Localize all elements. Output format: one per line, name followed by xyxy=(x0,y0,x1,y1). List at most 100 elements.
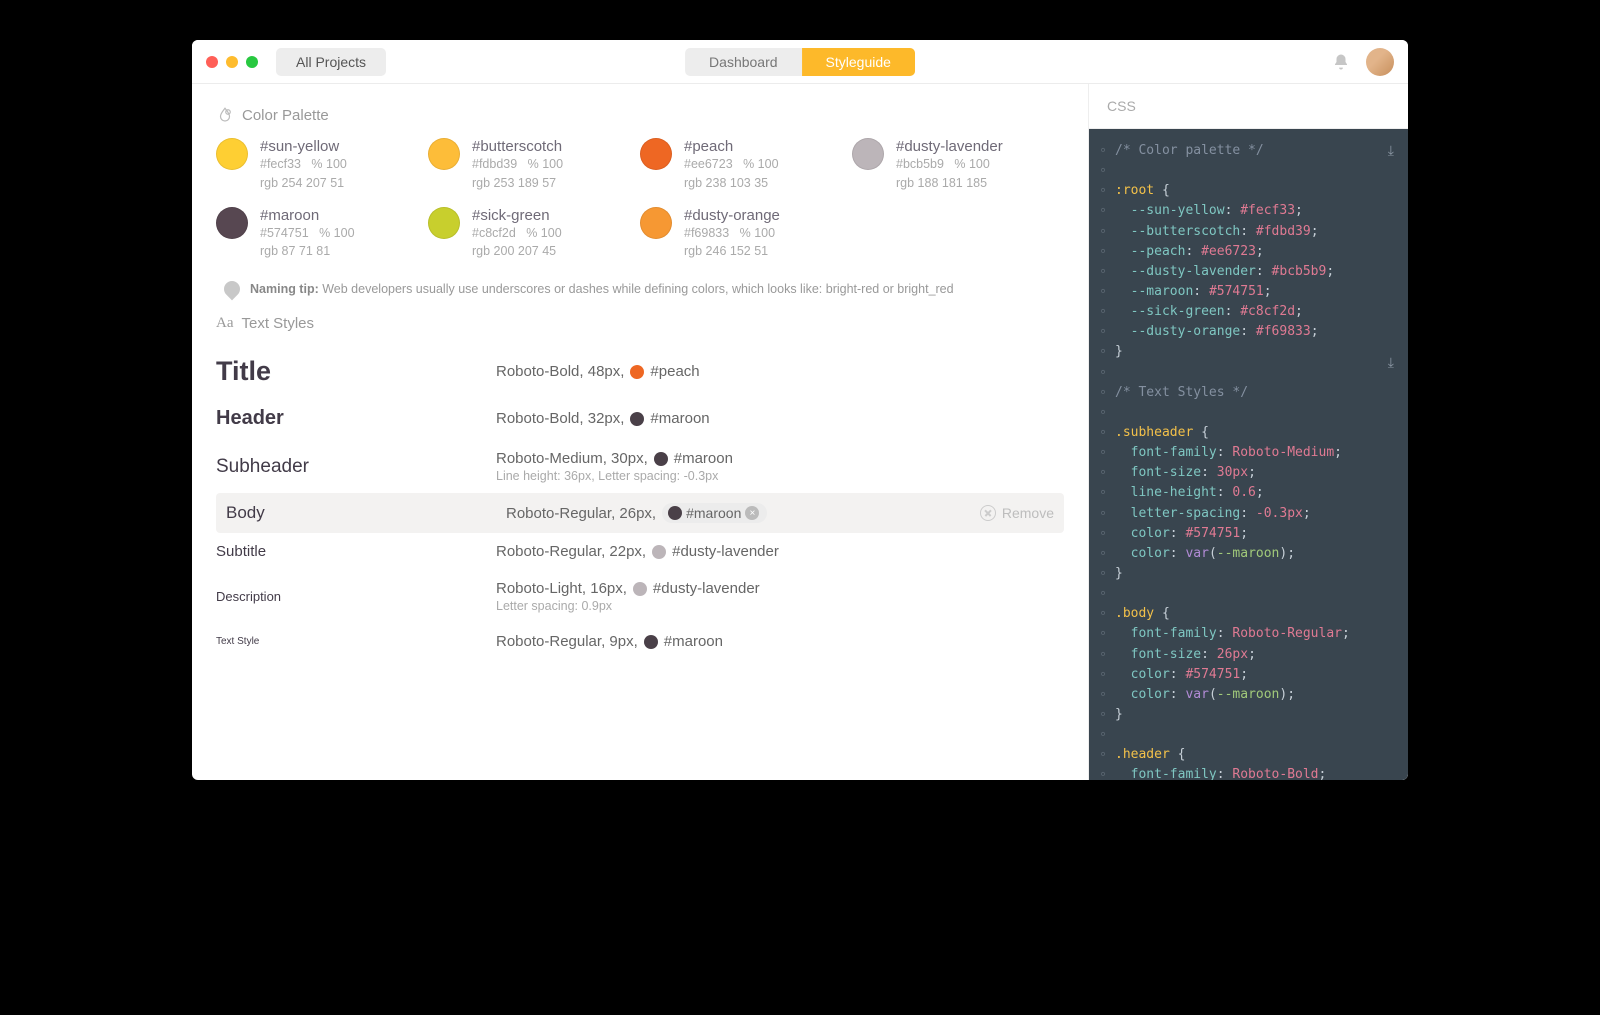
color-swatch[interactable]: #sun-yellow #fecf33 % 100 rgb 254 207 51 xyxy=(216,138,428,193)
zoom-window-icon[interactable] xyxy=(246,56,258,68)
code-line: ∘} xyxy=(1097,564,1394,584)
color-name: #maroon xyxy=(674,450,733,467)
color-rgb: rgb 253 189 57 xyxy=(472,174,563,193)
user-avatar[interactable] xyxy=(1366,48,1394,76)
color-rgb: rgb 200 207 45 xyxy=(472,242,562,261)
close-icon[interactable] xyxy=(980,505,996,521)
section-color-palette: Color Palette xyxy=(216,106,1064,124)
droplet-icon xyxy=(216,106,234,124)
tip-text: Web developers usually use underscores o… xyxy=(322,282,953,296)
color-swatch[interactable]: #butterscotch #fdbd39 % 100 rgb 253 189 … xyxy=(428,138,640,193)
download-icon[interactable]: ⤓ xyxy=(1388,141,1394,163)
color-meta: #574751 % 100 xyxy=(260,224,355,243)
notifications-icon[interactable] xyxy=(1332,53,1350,71)
style-sample: Subtitle xyxy=(216,543,476,560)
color-dot xyxy=(633,582,647,596)
color-name: #peach xyxy=(650,363,699,380)
color-name: #dusty-lavender xyxy=(896,138,1003,155)
minimize-window-icon[interactable] xyxy=(226,56,238,68)
code-line: ∘ --sun-yellow: #fecf33; xyxy=(1097,201,1394,221)
code-line: ∘ letter-spacing: -0.3px; xyxy=(1097,504,1394,524)
code-line: ∘ --butterscotch: #fdbd39; xyxy=(1097,222,1394,242)
style-detail: Roboto-Bold, 32px, #maroon xyxy=(496,410,710,427)
text-style-row[interactable]: Text Style Roboto-Regular, 9px, #maroon xyxy=(216,623,1064,660)
code-line: ∘ --dusty-orange: #f69833; xyxy=(1097,322,1394,342)
tab-dashboard[interactable]: Dashboard xyxy=(685,48,802,76)
color-name: #maroon xyxy=(650,410,709,427)
section-text-styles: Aa Text Styles xyxy=(216,315,1064,332)
style-detail: Roboto-Bold, 48px, #peach xyxy=(496,363,700,380)
color-meta: #c8cf2d % 100 xyxy=(472,224,562,243)
text-style-row[interactable]: Header Roboto-Bold, 32px, #maroon xyxy=(216,397,1064,440)
color-name: #dusty-lavender xyxy=(653,580,760,597)
color-meta: #bcb5b9 % 100 xyxy=(896,155,1003,174)
code-line: ∘} xyxy=(1097,342,1394,362)
style-detail: Roboto-Light, 16px, #dusty-lavender xyxy=(496,580,760,597)
color-swatch[interactable]: #dusty-orange #f69833 % 100 rgb 246 152 … xyxy=(640,207,852,262)
color-rgb: rgb 238 103 35 xyxy=(684,174,779,193)
style-detail: Roboto-Regular, 9px, #maroon xyxy=(496,633,723,650)
color-swatch[interactable]: #maroon #574751 % 100 rgb 87 71 81 xyxy=(216,207,428,262)
code-line: ∘ --dusty-lavender: #bcb5b9; xyxy=(1097,262,1394,282)
text-style-row[interactable]: Subtitle Roboto-Regular, 22px, #dusty-la… xyxy=(216,533,1064,570)
color-meta: #fecf33 % 100 xyxy=(260,155,347,174)
app-window: All Projects Dashboard Styleguide Color … xyxy=(192,40,1408,780)
color-swatch[interactable]: #peach #ee6723 % 100 rgb 238 103 35 xyxy=(640,138,852,193)
chip-remove-icon[interactable]: × xyxy=(745,506,759,520)
swatch-circle xyxy=(216,207,248,239)
window-traffic-lights xyxy=(206,56,258,68)
color-dot xyxy=(630,365,644,379)
text-style-row[interactable]: Title Roboto-Bold, 48px, #peach xyxy=(216,346,1064,397)
style-sample: Subheader xyxy=(216,456,476,478)
code-line: ∘ xyxy=(1097,725,1394,745)
code-line: ∘ line-height: 0.6; xyxy=(1097,483,1394,503)
tab-styleguide[interactable]: Styleguide xyxy=(802,48,915,76)
code-line: ∘/* Text Styles */ xyxy=(1097,383,1394,403)
code-line: ∘} xyxy=(1097,705,1394,725)
color-chip[interactable]: #maroon× xyxy=(662,503,767,523)
code-line: ∘.header { xyxy=(1097,745,1394,765)
text-style-row[interactable]: Description Roboto-Light, 16px, #dusty-l… xyxy=(216,570,1064,623)
color-name: #maroon xyxy=(664,633,723,650)
text-style-row[interactable]: Subheader Roboto-Medium, 30px, #maroon L… xyxy=(216,440,1064,493)
style-sample: Body xyxy=(226,503,486,523)
code-line: ∘.body { xyxy=(1097,604,1394,624)
content: Color Palette #sun-yellow #fecf33 % 100 … xyxy=(192,84,1408,780)
code-line: ∘ font-family: Roboto-Bold; xyxy=(1097,765,1394,780)
center-tabs: Dashboard Styleguide xyxy=(685,48,915,76)
style-detail: Roboto-Regular, 26px, #maroon× xyxy=(506,503,767,523)
code-line: ∘ font-family: Roboto-Medium; xyxy=(1097,443,1394,463)
code-line: ∘ --sick-green: #c8cf2d; xyxy=(1097,302,1394,322)
code-line: ∘ --peach: #ee6723; xyxy=(1097,242,1394,262)
color-rgb: rgb 254 207 51 xyxy=(260,174,347,193)
color-swatch[interactable]: #dusty-lavender #bcb5b9 % 100 rgb 188 18… xyxy=(852,138,1064,193)
color-name: #dusty-lavender xyxy=(672,543,779,560)
code-view[interactable]: ⤓ ⤓ ∘/* Color palette */∘ ∘:root {∘ --su… xyxy=(1089,129,1408,780)
color-name: #butterscotch xyxy=(472,138,563,155)
color-meta: #fdbd39 % 100 xyxy=(472,155,563,174)
color-dot xyxy=(630,412,644,426)
style-subdetail: Letter spacing: 0.9px xyxy=(496,599,760,613)
aa-icon: Aa xyxy=(216,315,234,332)
close-window-icon[interactable] xyxy=(206,56,218,68)
code-line: ∘ xyxy=(1097,403,1394,423)
color-meta: #f69833 % 100 xyxy=(684,224,780,243)
color-name: #sick-green xyxy=(472,207,562,224)
download-icon[interactable]: ⤓ xyxy=(1388,353,1394,375)
style-detail: Roboto-Regular, 22px, #dusty-lavender xyxy=(496,543,779,560)
remove-button[interactable]: Remove xyxy=(980,505,1054,521)
titlebar: All Projects Dashboard Styleguide xyxy=(192,40,1408,84)
section-title: Text Styles xyxy=(242,315,315,332)
code-line: ∘ color: #574751; xyxy=(1097,524,1394,544)
code-line: ∘ xyxy=(1097,161,1394,181)
css-panel: CSS ⤓ ⤓ ∘/* Color palette */∘ ∘:root {∘ … xyxy=(1088,84,1408,780)
code-line: ∘ color: var(--maroon); xyxy=(1097,544,1394,564)
color-dot xyxy=(644,635,658,649)
color-swatch[interactable]: #sick-green #c8cf2d % 100 rgb 200 207 45 xyxy=(428,207,640,262)
text-style-row[interactable]: Body Roboto-Regular, 26px, #maroon× Remo… xyxy=(216,493,1064,533)
swatch-circle xyxy=(428,138,460,170)
color-name: #dusty-orange xyxy=(684,207,780,224)
code-line: ∘.subheader { xyxy=(1097,423,1394,443)
code-line: ∘ font-size: 26px; xyxy=(1097,645,1394,665)
all-projects-button[interactable]: All Projects xyxy=(276,48,386,76)
